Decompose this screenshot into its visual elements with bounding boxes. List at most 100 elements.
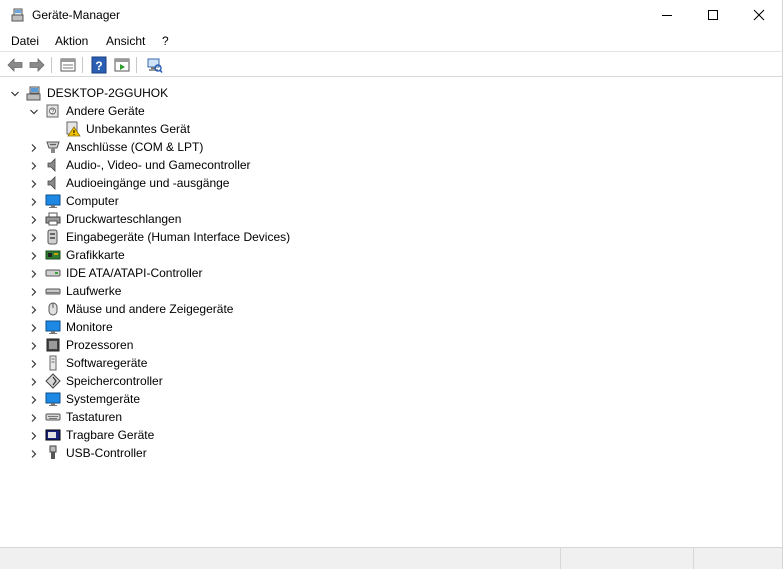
tree-category-label: Audio-, Video- und Gamecontroller (66, 158, 251, 172)
menu-ansicht[interactable]: Ansicht (106, 34, 145, 48)
tree-node-category[interactable]: Grafikkarte (28, 246, 348, 264)
menu-bar: Datei Aktion Ansicht ? (0, 30, 782, 52)
speaker-icon (45, 175, 61, 191)
tree-category-label: Audioeingänge und -ausgänge (66, 176, 230, 190)
maximize-icon (708, 10, 718, 20)
tree-category-label: Computer (66, 194, 119, 208)
menu-help[interactable]: ? (162, 34, 169, 48)
chevron-right-icon[interactable] (29, 340, 39, 350)
toolbar-separator (82, 57, 83, 73)
portable-device-icon (45, 427, 61, 443)
tree-category-label: Monitore (66, 320, 113, 334)
maximize-button[interactable] (690, 0, 736, 30)
menu-aktion[interactable]: Aktion (55, 34, 88, 48)
storage-controller-icon (45, 373, 61, 389)
tree-node-category[interactable]: Softwaregeräte (28, 354, 348, 372)
port-icon (45, 139, 61, 155)
chevron-down-icon[interactable] (29, 106, 39, 116)
svg-text:?: ? (95, 59, 102, 73)
close-button[interactable] (736, 0, 782, 30)
chevron-right-icon[interactable] (29, 394, 39, 404)
window-title: Geräte-Manager (32, 8, 121, 22)
tree-category-label: Systemgeräte (66, 392, 141, 406)
monitor-icon (45, 391, 61, 407)
tree-node-category[interactable]: Tragbare Geräte (28, 426, 348, 444)
title-bar[interactable]: Geräte-Manager (0, 0, 782, 30)
status-bar (0, 547, 782, 569)
status-pane (693, 548, 782, 569)
tree-node-category[interactable]: Tastaturen (28, 408, 348, 426)
chevron-right-icon[interactable] (29, 448, 39, 458)
tree-node-category[interactable]: Speichercontroller (28, 372, 348, 390)
menu-datei[interactable]: Datei (11, 34, 39, 48)
chevron-right-icon[interactable] (29, 160, 39, 170)
toolbar-separator (51, 57, 52, 73)
chevron-right-icon[interactable] (29, 232, 39, 242)
tree-node-category[interactable]: Druckwarteschlangen (28, 210, 348, 228)
tree-node-category[interactable]: Audio-, Video- und Gamecontroller (28, 156, 348, 174)
tree-node-category[interactable]: USB-Controller (28, 444, 348, 462)
chevron-down-icon[interactable] (10, 88, 20, 98)
chevron-right-icon[interactable] (29, 412, 39, 422)
tree-node-unknown-device[interactable]: Unbekanntes Gerät (64, 120, 264, 138)
tree-node-category[interactable]: Monitore (28, 318, 348, 336)
tree-label-unknown-device: Unbekanntes Gerät (86, 122, 191, 136)
forward-button[interactable] (28, 56, 46, 74)
properties-button[interactable] (59, 56, 77, 74)
chevron-right-icon[interactable] (29, 250, 39, 260)
minimize-button[interactable] (644, 0, 690, 30)
tree-category-label: Druckwarteschlangen (66, 212, 182, 226)
tree-category-label: Laufwerke (66, 284, 122, 298)
tree-node-category[interactable]: Mäuse und andere Zeigegeräte (28, 300, 348, 318)
chevron-right-icon[interactable] (29, 178, 39, 188)
tree-category-label: Mäuse und andere Zeigegeräte (66, 302, 234, 316)
help-icon: ? (91, 56, 107, 74)
tree-category-label: IDE ATA/ATAPI-Controller (66, 266, 203, 280)
properties-icon (60, 58, 76, 72)
run-icon (114, 58, 130, 72)
scan-hardware-button[interactable] (145, 56, 163, 74)
back-button[interactable] (6, 56, 24, 74)
tree-node-category[interactable]: Laufwerke (28, 282, 348, 300)
run-button[interactable] (113, 56, 131, 74)
tree-node-category[interactable]: Systemgeräte (28, 390, 348, 408)
chevron-right-icon[interactable] (29, 214, 39, 224)
tree-category-label: Speichercontroller (66, 374, 163, 388)
minimize-icon (662, 15, 672, 16)
help-button[interactable]: ? (90, 56, 108, 74)
device-manager-icon (10, 7, 26, 23)
toolbar: ? (0, 53, 782, 77)
tree-node-category[interactable]: Anschlüsse (COM & LPT) (28, 138, 348, 156)
tree-root-label: DESKTOP-2GGUHOK (47, 86, 169, 100)
mouse-icon (45, 301, 61, 317)
monitor-icon (45, 319, 61, 335)
tree-node-category[interactable]: IDE ATA/ATAPI-Controller (28, 264, 348, 282)
scan-hardware-icon (147, 58, 163, 73)
chevron-right-icon[interactable] (29, 196, 39, 206)
close-icon (753, 9, 765, 21)
chevron-right-icon[interactable] (29, 322, 39, 332)
tree-category-label: Softwaregeräte (66, 356, 148, 370)
chevron-right-icon[interactable] (29, 142, 39, 152)
tree-node-category[interactable]: Computer (28, 192, 348, 210)
device-manager-window: Geräte-Manager Datei Aktion Ansicht ? ? … (0, 0, 783, 569)
chevron-right-icon[interactable] (29, 358, 39, 368)
tree-node-category[interactable]: Audioeingänge und -ausgänge (28, 174, 348, 192)
chevron-right-icon[interactable] (29, 304, 39, 314)
tree-category-label: Eingabegeräte (Human Interface Devices) (66, 230, 291, 244)
tree-node-category[interactable]: Eingabegeräte (Human Interface Devices) (28, 228, 348, 246)
keyboard-icon (45, 409, 61, 425)
chevron-right-icon[interactable] (29, 268, 39, 278)
tree-node-category[interactable]: Prozessoren (28, 336, 348, 354)
chevron-right-icon[interactable] (29, 286, 39, 296)
printer-icon (45, 211, 61, 227)
tree-root-node[interactable]: DESKTOP-2GGUHOK (8, 84, 208, 102)
computer-icon (26, 85, 42, 101)
device-tree[interactable]: DESKTOP-2GGUHOK ? Andere Geräte Unbekann… (2, 80, 780, 546)
unknown-device-warning-icon (65, 121, 81, 137)
tree-node-other-devices[interactable]: ? Andere Geräte (28, 102, 228, 120)
chevron-right-icon[interactable] (29, 430, 39, 440)
display-adapter-icon (45, 247, 61, 263)
chevron-right-icon[interactable] (29, 376, 39, 386)
tree-category-label: Tragbare Geräte (66, 428, 155, 442)
